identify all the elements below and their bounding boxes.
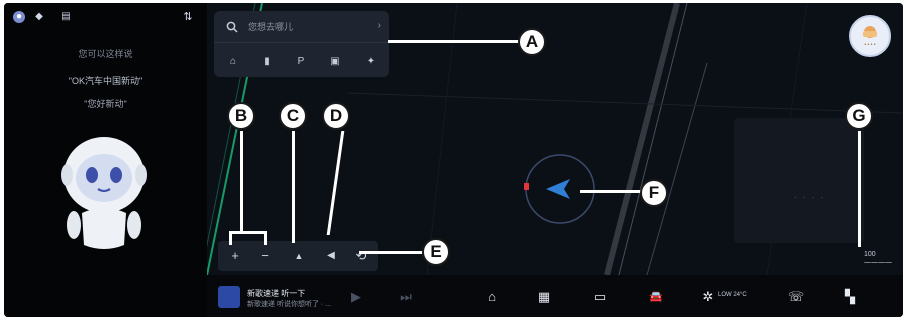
assistant-panel: ● ◆ ▤ ⇅ 您可以这样说 "OK汽车中国新动" "您好新动" [4,3,207,317]
callout-c-line [292,131,295,243]
settings-icon[interactable]: ▚ [841,288,859,306]
fan-temp-label: LOW 24°C [718,292,747,298]
assistant-hint: 您可以这样说 [78,49,133,59]
more-icon[interactable]: ✦ [364,55,378,69]
album-art[interactable] [218,286,240,308]
callout-d: D [322,102,350,130]
zoom-in-button[interactable]: + [226,247,244,265]
callout-b: B [227,102,255,130]
infotainment-screen: ● ◆ ▤ ⇅ 您可以这样说 "OK汽车中国新动" "您好新动" · · · ·… [4,3,903,317]
callout-b-bracket [229,231,267,234]
poi-label: · · · · [794,193,826,202]
seat-heating-icon[interactable]: ▭ [591,288,609,306]
apps-icon[interactable]: ▦ [535,288,553,306]
car-icon[interactable]: 🚘 [647,288,665,306]
bottom-dock: 新歌速递 听一下 新歌速递 听说你想听了 · ... ▶ ⏭ ⌂ ▦ ▭ 🚘 ✲… [207,275,903,317]
north-up-button[interactable]: ▲ [290,247,308,265]
poi-area [734,118,864,243]
search-bar[interactable]: › [214,11,389,43]
callout-b-line [240,131,243,233]
callout-g-line [858,131,861,247]
zoom-out-button[interactable]: − [256,247,274,265]
assistant-example-1: "OK汽车中国新动" [68,76,143,86]
map-scale-value: 100 [864,251,876,258]
media-subtitle: 新歌速递 听说你想听了 · ... [247,301,331,308]
avatar-label: • • • • [864,42,876,48]
menu-icon[interactable]: ⇅ [182,11,194,23]
phone-icon[interactable]: ☏ [787,288,805,306]
map-scale-bar: 一一一一 [864,260,892,267]
profile-icon [863,26,877,38]
search-go-icon[interactable]: › [378,20,381,31]
home-icon[interactable]: ⌂ [226,55,240,69]
callout-c: C [279,102,307,130]
play-icon[interactable]: ▶ [347,288,365,306]
charging-icon[interactable]: ▣ [328,55,342,69]
shield-icon[interactable]: ◆ [33,11,45,23]
user-avatar-icon[interactable]: ● [13,11,25,23]
map-controls: + − ▲ ◀ ⟲ [218,241,378,271]
assistant-example-2: "您好新动" [84,99,127,109]
callout-a: A [518,28,546,56]
search-input[interactable] [248,19,368,35]
fan-icon[interactable]: ✲ [699,288,717,306]
callout-b-bracket-left [229,231,232,245]
media-title: 新歌速递 听一下 [247,289,306,298]
home-icon[interactable]: ⌂ [483,288,501,306]
search-card: › ⌂ ▮ P ▣ ✦ [214,11,389,77]
callout-e: E [422,238,450,266]
parking-icon[interactable]: P [294,55,308,69]
next-icon[interactable]: ⏭ [397,288,415,306]
callout-a-line [388,40,520,43]
profile-avatar[interactable]: • • • • [849,15,891,57]
callout-b-bracket-right [264,231,267,245]
current-position-icon[interactable] [524,153,596,225]
voice-assistant-robot-icon[interactable] [54,125,154,253]
location-marker-icon [524,183,529,190]
callout-f: F [640,179,668,207]
map-scale: 100 一一一一 [864,250,892,268]
signal-icon: ▤ [61,11,71,22]
refresh-button[interactable]: ⟲ [352,247,370,265]
callout-f-line [580,190,642,193]
callout-g: G [845,102,873,130]
volume-button[interactable]: ◀ [322,247,340,265]
callout-e-line [359,251,425,254]
search-icon [226,21,238,33]
company-icon[interactable]: ▮ [260,55,274,69]
